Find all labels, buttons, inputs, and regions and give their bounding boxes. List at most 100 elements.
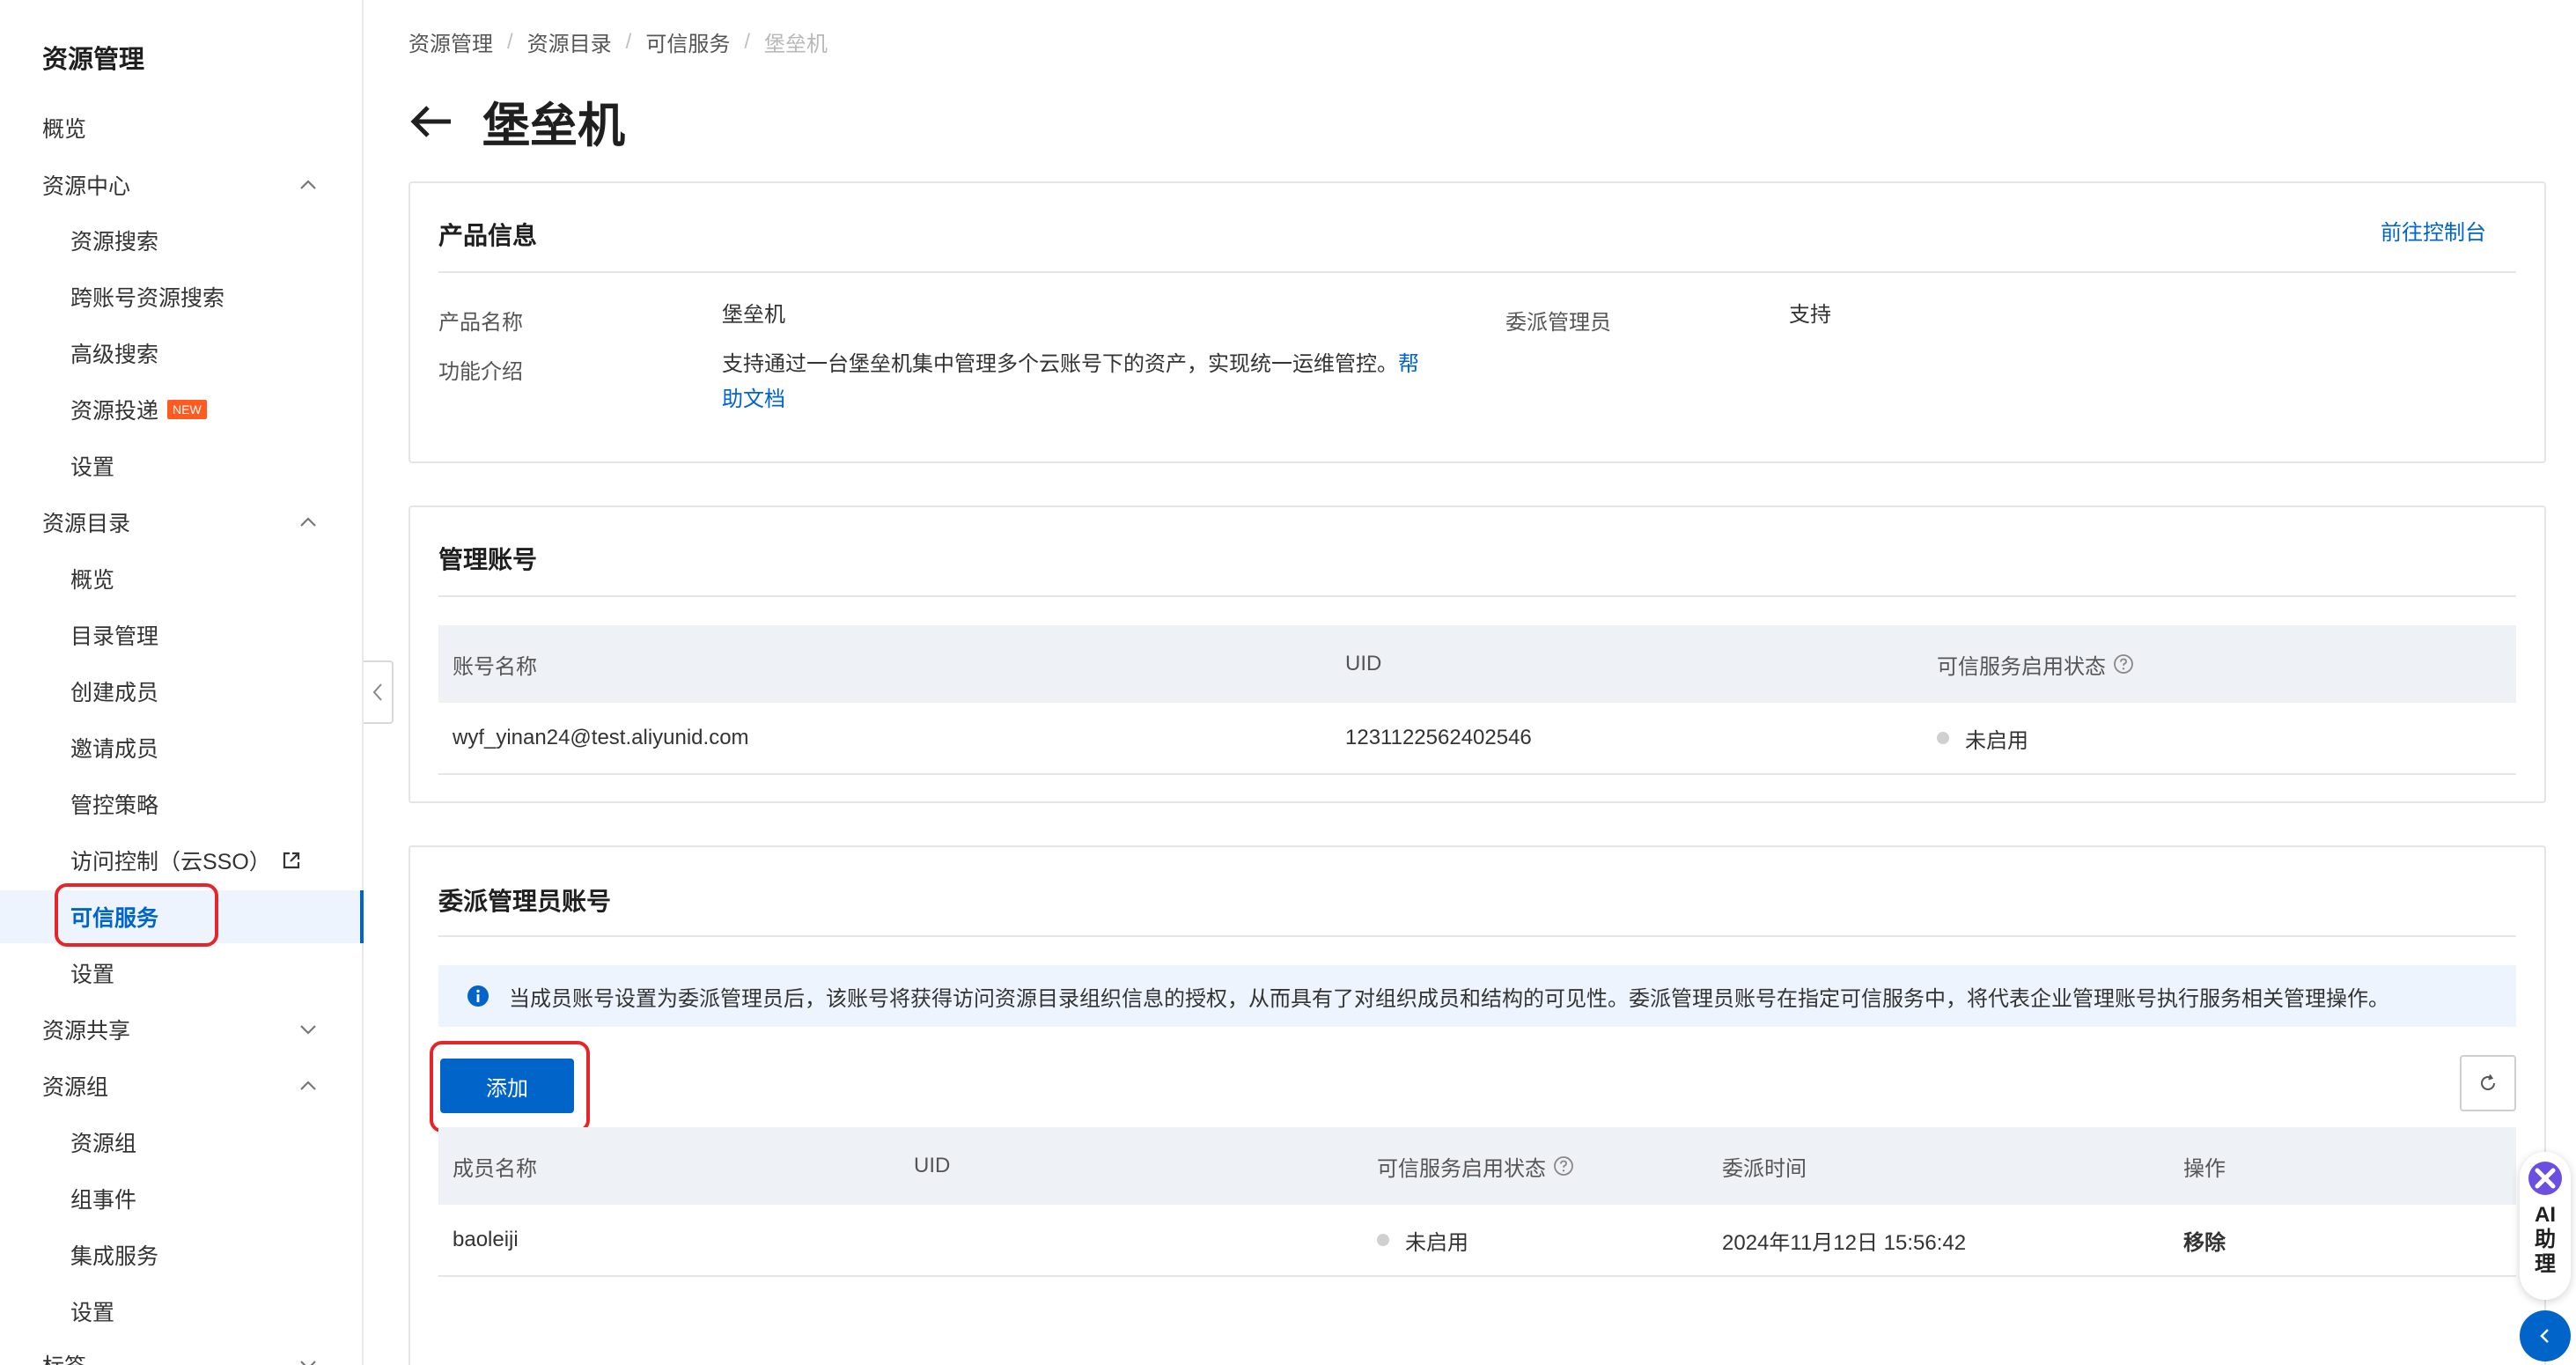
page-header: 堡垒机 — [408, 86, 625, 156]
delegated-admin-value: 支持 — [1789, 303, 1831, 327]
table-row: wyf_yinan24@test.aliyunid.com 1231122562… — [438, 703, 2516, 775]
chevron-up-icon — [298, 513, 318, 532]
column-header: 委派时间 — [1722, 1156, 1807, 1181]
back-arrow-icon[interactable] — [408, 104, 454, 139]
remove-link[interactable]: 移除 — [2183, 1205, 2226, 1275]
sidebar-item-label: 资源中心 — [42, 174, 131, 199]
status-dot — [1937, 732, 1949, 744]
breadcrumb-item[interactable]: 资源管理 — [408, 26, 493, 57]
intro-description: 支持通过一台堡垒机集中管理多个云账号下的资产，实现统一运维管控。 — [722, 352, 1398, 376]
sidebar-item-create-member[interactable]: 创建成员 — [0, 665, 362, 718]
question-circle-icon[interactable] — [1553, 1155, 1574, 1177]
goto-console-link[interactable]: 前往控制台 — [2381, 215, 2486, 246]
table-row: baoleiji 未启用 2024年11月12日 15:56:42 移除 — [438, 1205, 2516, 1277]
sidebar-item-label: 跨账号资源搜索 — [70, 286, 225, 311]
chevron-down-icon — [298, 1020, 318, 1039]
sidebar-item-label: 邀请成员 — [70, 737, 159, 762]
sidebar-item-label: 标签 — [42, 1349, 86, 1365]
sidebar-group-resource-directory[interactable]: 资源目录 — [0, 496, 362, 549]
intro-text: 支持通过一台堡垒机集中管理多个云账号下的资产，实现统一运维管控。帮助文档 — [722, 347, 1453, 417]
ai-assistant-label: AI助理 — [2535, 1203, 2556, 1276]
uid-cell: 1231122562402546 — [1345, 726, 1532, 749]
delegation-time-cell: 2024年11月12日 15:56:42 — [1722, 1230, 1967, 1255]
breadcrumb-separator: / — [625, 29, 632, 54]
sidebar-group-resource-group[interactable]: 资源组 — [0, 1059, 362, 1112]
sidebar-item-label: 管控策略 — [70, 793, 159, 818]
sidebar-item-directory-management[interactable]: 目录管理 — [0, 609, 362, 661]
breadcrumb-separator: / — [507, 29, 513, 54]
ai-logo-icon — [2528, 1161, 2563, 1196]
product-name-value: 堡垒机 — [722, 303, 785, 327]
sidebar-item-label: 设置 — [70, 963, 115, 987]
product-name-label: 产品名称 — [438, 311, 523, 335]
chevron-down-icon — [298, 1355, 318, 1365]
sidebar-collapse-button[interactable] — [364, 660, 394, 724]
sidebar-item-resource-delivery[interactable]: 资源投递 NEW — [0, 383, 362, 436]
column-header: 可信服务启用状态 — [1937, 625, 2134, 703]
delegated-admin-label: 委派管理员 — [1505, 311, 1611, 335]
help-doc-link[interactable]: 帮 — [1398, 352, 1419, 376]
member-name-cell: baoleiji — [453, 1228, 519, 1251]
sidebar-item-resource-groups[interactable]: 资源组 — [0, 1116, 362, 1169]
ai-assistant-widget[interactable]: AI助理 — [2520, 1152, 2571, 1300]
card-title: 产品信息 — [438, 222, 538, 249]
refresh-button[interactable] — [2460, 1055, 2516, 1111]
chevron-left-icon — [2540, 1329, 2549, 1343]
delegated-admin-card: 委派管理员账号 当成员账号设置为委派管理员后，该账号将获得访问资源目录组织信息的… — [408, 845, 2546, 1365]
column-header-label: 可信服务启用状态 — [1377, 1156, 1546, 1181]
sidebar-item-integrated-services[interactable]: 集成服务 — [0, 1228, 362, 1281]
table-header: 成员名称 UID 可信服务启用状态 委派时间 操作 — [438, 1127, 2516, 1205]
sidebar-item-label: 目录管理 — [70, 624, 159, 649]
sidebar-item-label: 概览 — [70, 568, 115, 593]
status-cell: 未启用 — [1937, 703, 2028, 773]
sidebar-item-settings-rd[interactable]: 设置 — [0, 947, 362, 1000]
sidebar-item-advanced-search[interactable]: 高级搜索 — [0, 327, 362, 380]
card-title: 委派管理员账号 — [438, 888, 612, 915]
sidebar-item-label: 资源组 — [42, 1075, 109, 1100]
refresh-icon — [2481, 1074, 2495, 1090]
floating-collapse-button[interactable] — [2520, 1310, 2571, 1361]
sidebar-item-rd-overview[interactable]: 概览 — [0, 552, 362, 605]
sidebar-item-settings-rg[interactable]: 设置 — [0, 1285, 362, 1338]
info-text: 当成员账号设置为委派管理员后，该账号将获得访问资源目录组织信息的授权，从而具有了… — [509, 986, 2389, 1011]
sidebar-item-label: 高级搜索 — [70, 343, 159, 367]
breadcrumb-item[interactable]: 可信服务 — [645, 26, 730, 57]
sidebar-item-label: 资源投递 — [70, 399, 159, 424]
sidebar-item-control-policy[interactable]: 管控策略 — [0, 778, 362, 830]
sidebar-item-cross-account-search[interactable]: 跨账号资源搜索 — [0, 270, 362, 323]
help-doc-link[interactable]: 助文档 — [722, 387, 785, 411]
breadcrumb: 资源管理 / 资源目录 / 可信服务 / 堡垒机 — [408, 26, 828, 57]
add-button[interactable]: 添加 — [440, 1059, 574, 1113]
breadcrumb-item[interactable]: 资源目录 — [527, 26, 612, 57]
divider — [438, 935, 2516, 937]
management-account-card: 管理账号 账号名称 UID 可信服务启用状态 wyf_yinan24@test.… — [408, 505, 2546, 803]
sidebar-item-invite-member[interactable]: 邀请成员 — [0, 721, 362, 774]
sidebar-group-resource-center[interactable]: 资源中心 — [0, 159, 362, 211]
breadcrumb-current: 堡垒机 — [764, 33, 828, 56]
status-cell: 未启用 — [1377, 1205, 1468, 1275]
page-title: 堡垒机 — [482, 100, 625, 152]
account-name-cell: wyf_yinan24@test.aliyunid.com — [453, 726, 749, 749]
sidebar-group-resource-sharing[interactable]: 资源共享 — [0, 1003, 362, 1056]
sidebar-item-settings-rc[interactable]: 设置 — [0, 439, 362, 492]
sidebar-item-label: 资源组 — [70, 1132, 137, 1156]
sidebar-item-overview[interactable]: 概览 — [0, 101, 362, 154]
sidebar-group-tags[interactable]: 标签 — [0, 1339, 362, 1365]
sidebar-item-label: 资源共享 — [42, 1019, 131, 1044]
external-link-icon — [282, 851, 301, 870]
sidebar-item-trusted-services[interactable]: 可信服务 — [0, 890, 364, 943]
status-text: 未启用 — [1965, 728, 2028, 753]
sidebar-item-label: 资源目录 — [42, 512, 131, 536]
status-text: 未启用 — [1405, 1230, 1468, 1255]
sidebar-item-label: 设置 — [70, 1301, 115, 1325]
sidebar-item-resource-search[interactable]: 资源搜索 — [0, 214, 362, 267]
column-header: 可信服务启用状态 — [1377, 1127, 1574, 1205]
chevron-up-icon — [298, 175, 318, 195]
status-dot — [1377, 1234, 1389, 1246]
sidebar-item-access-control-sso[interactable]: 访问控制（云SSO） — [0, 834, 362, 887]
column-header-label: 可信服务启用状态 — [1937, 654, 2106, 679]
question-circle-icon[interactable] — [2113, 653, 2134, 675]
sidebar-item-group-events[interactable]: 组事件 — [0, 1172, 362, 1225]
column-header: 账号名称 — [453, 654, 537, 679]
chevron-left-icon — [372, 683, 382, 701]
